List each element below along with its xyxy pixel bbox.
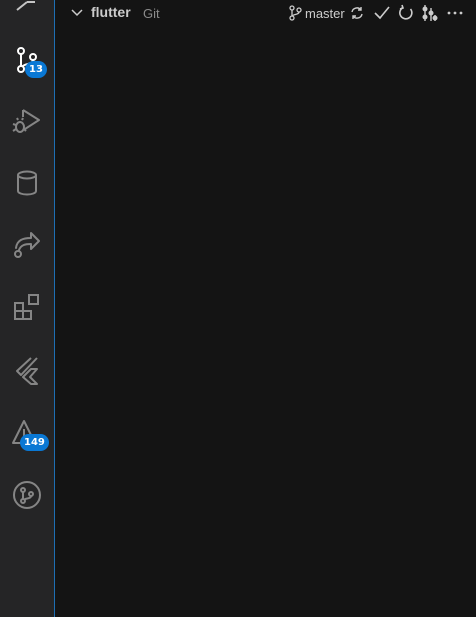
source-control-panel: flutter Git master <box>56 0 476 617</box>
repository-header[interactable]: flutter Git master <box>56 0 476 26</box>
problems-badge: 149 <box>20 434 49 451</box>
live-share-icon <box>14 232 40 258</box>
run-debug-icon <box>12 109 40 133</box>
activity-flutter[interactable] <box>0 346 54 394</box>
activity-search[interactable] <box>0 0 54 24</box>
database-icon <box>17 170 37 196</box>
activity-source-control[interactable] <box>0 36 54 84</box>
extensions-icon <box>14 294 39 320</box>
branch-icon[interactable] <box>288 5 302 21</box>
activity-run-debug[interactable] <box>0 96 54 144</box>
git-graph-toolbar-icon[interactable] <box>421 4 439 22</box>
refresh-icon[interactable] <box>397 4 415 22</box>
commit-check-icon[interactable] <box>373 4 391 22</box>
activity-database[interactable] <box>0 159 54 207</box>
activity-extensions[interactable] <box>0 283 54 331</box>
git-graph-icon <box>13 481 41 509</box>
repository-type: Git <box>143 6 160 21</box>
chevron-down-icon[interactable] <box>70 6 84 20</box>
activity-bar: 13 149 <box>0 0 55 617</box>
activity-git-graph[interactable] <box>0 471 54 519</box>
sync-icon[interactable] <box>348 4 366 22</box>
source-control-badge: 13 <box>25 61 47 78</box>
branch-name[interactable]: master <box>305 6 345 21</box>
flutter-icon <box>16 357 38 385</box>
more-actions-icon[interactable] <box>446 4 464 22</box>
search-icon <box>16 1 35 11</box>
activity-live-share[interactable] <box>0 220 54 268</box>
repository-name: flutter <box>91 4 131 20</box>
